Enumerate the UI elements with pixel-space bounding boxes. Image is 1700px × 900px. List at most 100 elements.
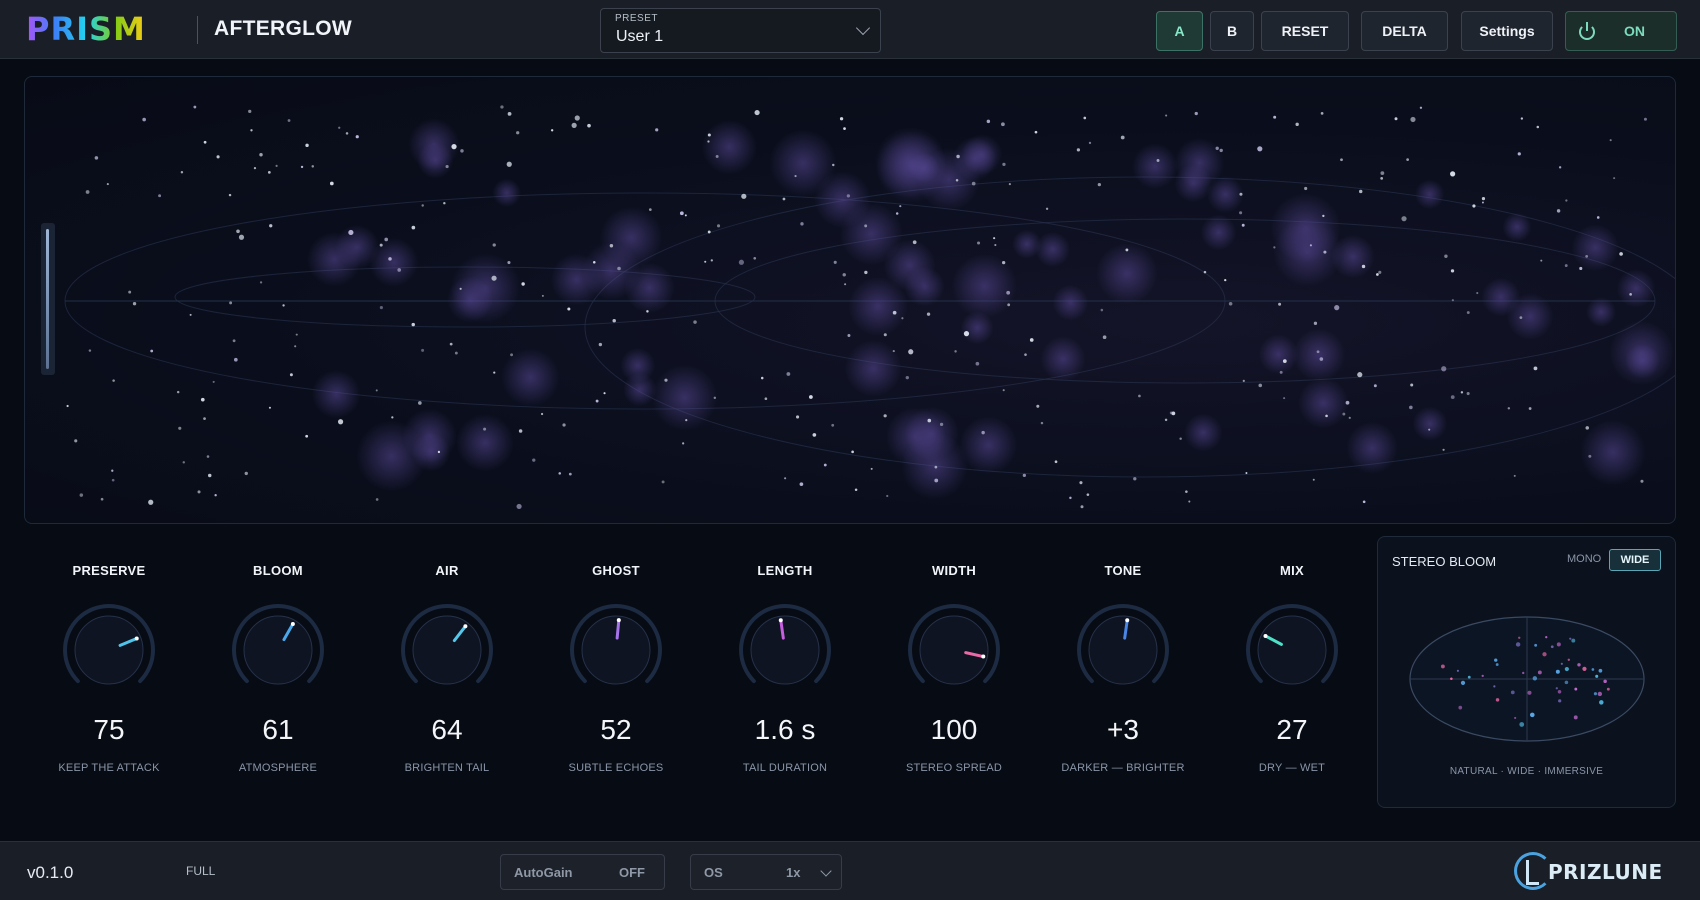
settings-button[interactable]: Settings — [1461, 11, 1553, 51]
star-particle — [1312, 478, 1315, 481]
star-particle — [1519, 316, 1523, 320]
star-particle — [704, 260, 707, 263]
stereo-particle — [1557, 690, 1562, 694]
glow-blob — [369, 238, 419, 287]
star-particle — [1097, 183, 1101, 187]
star-particle — [1401, 216, 1407, 222]
star-particle — [955, 179, 959, 182]
star-particle — [411, 225, 416, 230]
star-particle — [510, 353, 514, 357]
star-particle — [975, 361, 980, 366]
star-particle — [1643, 117, 1647, 121]
knob-title: PRESERVE — [72, 563, 146, 578]
rotary-knob[interactable] — [907, 603, 1001, 697]
stereo-particle — [1550, 645, 1554, 649]
knob-tone: TONE +3 DARKER — BRIGHTER — [1038, 555, 1208, 785]
knob-body — [1257, 615, 1327, 685]
rotary-knob[interactable] — [1245, 603, 1339, 697]
quality-mode-label[interactable]: FULL — [186, 864, 215, 878]
star-particle — [189, 313, 192, 316]
stereo-mode-wide-button[interactable]: WIDE — [1609, 549, 1661, 571]
star-particle — [847, 334, 851, 337]
rotary-knob[interactable] — [569, 603, 663, 697]
stereo-bloom-title: STEREO BLOOM — [1392, 554, 1497, 569]
star-particle — [567, 307, 571, 311]
oversampling-label: OS — [704, 865, 723, 880]
star-particle — [963, 331, 970, 337]
glow-blob — [1132, 143, 1178, 190]
rotary-knob[interactable] — [62, 603, 156, 697]
star-particle — [1239, 192, 1243, 196]
star-particle — [1528, 407, 1532, 410]
knob-mix: MIX 27 DRY — WET — [1207, 555, 1377, 785]
star-particle — [1086, 493, 1090, 496]
stereo-particle — [1599, 700, 1604, 705]
rotary-knob[interactable] — [1076, 603, 1170, 697]
glow-blob — [875, 127, 946, 199]
star-particle — [603, 392, 606, 395]
star-particle — [1156, 158, 1160, 162]
knob-indicator-tip — [616, 618, 621, 623]
star-particle — [305, 143, 309, 148]
power-button[interactable]: ON — [1565, 11, 1677, 51]
star-particle — [693, 320, 697, 324]
knob-body — [412, 615, 482, 685]
ab-slot-a-button[interactable]: A — [1156, 11, 1203, 51]
star-particle — [1304, 186, 1308, 191]
star-particle — [710, 259, 713, 262]
knob-subtitle: ATMOSPHERE — [238, 762, 318, 774]
stereo-particle — [1558, 699, 1562, 703]
star-particle — [248, 109, 252, 113]
star-particle — [899, 205, 902, 208]
footer-bar: v0.1.0 FULL AutoGain OFF OS 1x PRIZLUNE — [0, 841, 1700, 900]
delta-button[interactable]: DELTA — [1361, 11, 1448, 51]
star-particle — [927, 418, 932, 423]
preset-selector[interactable]: PRESET User 1 — [600, 8, 881, 53]
star-particle — [1165, 114, 1168, 117]
rotary-knob[interactable] — [231, 603, 325, 697]
oversampling-select[interactable]: OS 1x — [690, 854, 842, 890]
autogain-toggle[interactable]: AutoGain OFF — [500, 854, 665, 890]
ab-slot-b-button[interactable]: B — [1210, 11, 1254, 51]
star-particle — [1083, 116, 1087, 120]
star-particle — [250, 129, 253, 132]
star-particle — [1100, 308, 1104, 312]
star-particle — [682, 442, 685, 445]
star-particle — [1451, 299, 1454, 302]
stereo-particle — [1542, 652, 1547, 657]
stereo-mode-mono-button[interactable]: MONO — [1567, 553, 1601, 565]
stereo-particle — [1591, 668, 1595, 671]
star-particle — [764, 397, 768, 401]
knob-title: TONE — [1104, 563, 1142, 578]
rotary-knob[interactable] — [400, 603, 494, 697]
star-particle — [1565, 199, 1568, 202]
star-particle — [1138, 394, 1141, 398]
star-particle — [808, 395, 813, 399]
knob-length: LENGTH 1.6 s TAIL DURATION — [700, 555, 870, 785]
star-particle — [550, 129, 554, 132]
knob-title: LENGTH — [757, 563, 813, 578]
star-particle — [562, 423, 566, 427]
star-particle — [1609, 139, 1612, 142]
star-particle — [655, 128, 659, 132]
stereo-particle — [1481, 674, 1484, 678]
star-particle — [707, 133, 711, 137]
star-particle — [1409, 405, 1413, 410]
star-particle — [977, 241, 981, 245]
star-particle — [1334, 305, 1340, 311]
rotary-knob[interactable] — [738, 603, 832, 697]
star-particle — [74, 439, 78, 443]
star-particle — [1362, 500, 1366, 504]
glow-blob — [1273, 217, 1343, 287]
stereo-particle — [1510, 690, 1515, 695]
glow-blob — [1346, 422, 1399, 475]
star-particle — [1556, 209, 1561, 213]
reset-button[interactable]: RESET — [1261, 11, 1349, 51]
star-particle — [754, 109, 760, 116]
star-particle — [518, 429, 523, 433]
star-particle — [574, 115, 580, 121]
star-particle — [1006, 290, 1011, 295]
star-particle — [300, 165, 304, 169]
star-particle — [338, 126, 341, 129]
star-particle — [986, 119, 991, 124]
